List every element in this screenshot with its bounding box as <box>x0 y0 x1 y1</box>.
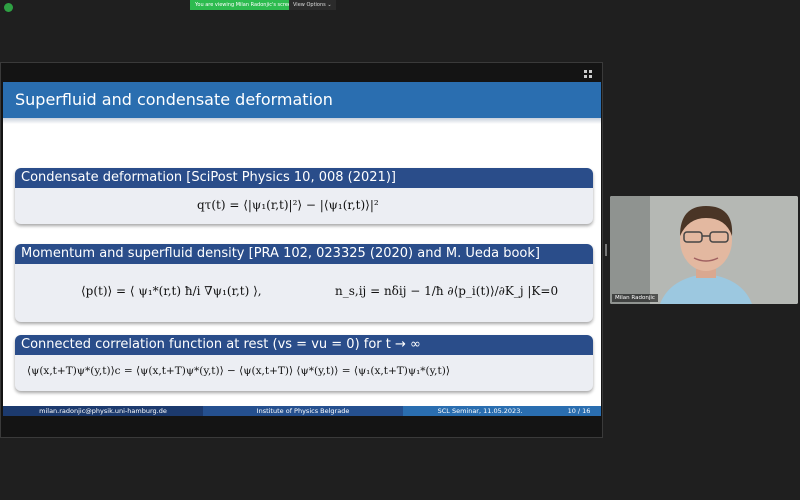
shared-screen-window: Superfluid and condensate deformation Co… <box>0 62 603 438</box>
equation-condensate: qτ(t) = ⟨|ψ₁(r,t)|²⟩ − |⟨ψ₁(r,t)⟩|² <box>197 198 379 212</box>
view-options-button[interactable]: View Options ⌄ <box>289 0 336 10</box>
participant-video-tile[interactable]: Milan Radonjic <box>610 196 798 304</box>
panel-resize-handle[interactable] <box>605 244 607 256</box>
footer-page-number: 10 / 16 <box>557 406 601 416</box>
footer-institute: Institute of Physics Belgrade <box>203 406 403 416</box>
slide-footer: milan.radonjic@physik.uni-hamburg.de Ins… <box>3 406 601 416</box>
header-shadow <box>3 118 601 124</box>
slide-title: Superfluid and condensate deformation <box>3 82 601 118</box>
participant-name: Milan Radonjic <box>612 294 658 302</box>
block-title: Condensate deformation [SciPost Physics … <box>15 168 593 188</box>
equation-correlation: ⟨ψ(x,t+T)ψ*(y,t)⟩c = ⟨ψ(x,t+T)ψ*(y,t)⟩ −… <box>27 365 450 377</box>
layout-grid-icon[interactable] <box>584 70 592 78</box>
block-superfluid-density: Momentum and superfluid density [PRA 102… <box>15 244 593 322</box>
footer-seminar: SCL Seminar, 11.05.2023. <box>403 406 557 416</box>
block-correlation-function: Connected correlation function at rest (… <box>15 335 593 391</box>
presentation-slide: Superfluid and condensate deformation Co… <box>3 82 601 416</box>
screen-share-notice: You are viewing Milan Radonjic's screen <box>190 0 300 10</box>
equation-momentum: ⟨p(t)⟩ = ⟨ ψ₁*(r,t) ħ/i ∇ψ₁(r,t) ⟩, <box>81 284 262 298</box>
equation-superfluid-density: n_s,ij = nδij − 1/ħ ∂⟨p_i(t)⟩/∂K_j |K=0 <box>335 284 559 298</box>
footer-email: milan.radonjic@physik.uni-hamburg.de <box>3 406 203 416</box>
participant-avatar-image <box>610 196 798 304</box>
block-title: Connected correlation function at rest (… <box>15 335 593 355</box>
security-shield-icon <box>4 3 13 12</box>
block-condensate-deformation: Condensate deformation [SciPost Physics … <box>15 168 593 224</box>
block-title: Momentum and superfluid density [PRA 102… <box>15 244 593 264</box>
